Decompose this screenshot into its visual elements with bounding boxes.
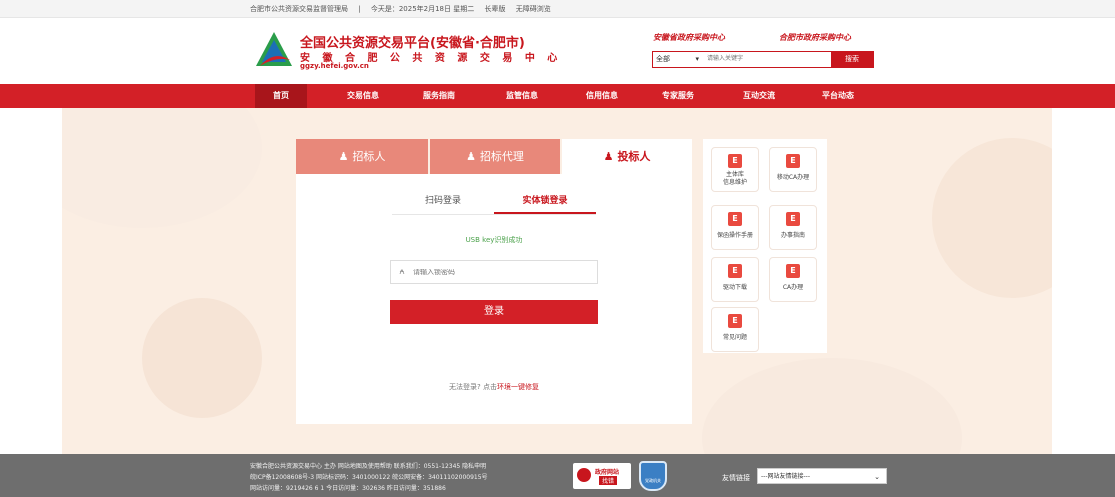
tab-tenderer[interactable]: ♟ 招标人 bbox=[296, 139, 428, 174]
search-scope-select[interactable]: 全部 ▾ bbox=[653, 52, 705, 67]
doc-icon: E bbox=[728, 154, 742, 168]
lock-password-field: ⍲ bbox=[390, 260, 598, 284]
tile-label: 驱动下载 bbox=[722, 284, 747, 291]
search-input[interactable] bbox=[705, 52, 831, 67]
env-repair-link[interactable]: 环境一键修复 bbox=[497, 383, 539, 391]
tile-label: CA办理 bbox=[782, 284, 804, 291]
decor-blob bbox=[932, 138, 1052, 298]
user-icon: ♟ bbox=[466, 150, 476, 163]
nav-item-service-guide[interactable]: 服务指南 bbox=[407, 84, 471, 108]
province-procurement-link[interactable]: 安徽省政府采购中心 bbox=[653, 32, 725, 43]
gov-site-error-badge[interactable]: 政府网站 找错 bbox=[573, 463, 631, 489]
site-domain: ggzy.hefei.gov.cn bbox=[300, 62, 369, 70]
tile-guarantee-manual[interactable]: E 保函操作手册 bbox=[711, 205, 759, 250]
footer-line-visits: 网站访问量：9219426 6 1 今日访问量：302636 昨日访问量：351… bbox=[250, 485, 446, 492]
tile-entity-info[interactable]: E 主体库 信息维护 bbox=[711, 147, 759, 192]
lock-password-input[interactable] bbox=[413, 268, 597, 276]
login-method-tabs: 扫码登录 实体锁登录 bbox=[392, 191, 596, 215]
badge-label: 党政机关 bbox=[645, 478, 661, 483]
tab-label: 招标人 bbox=[352, 150, 386, 163]
tab-bidder[interactable]: ♟ 投标人 bbox=[560, 139, 692, 174]
doc-icon: E bbox=[728, 264, 742, 278]
site-header: 全国公共资源交易平台(安徽省·合肥市) 安 徽 合 肥 公 共 资 源 交 易 … bbox=[0, 18, 1115, 84]
nav-item-home[interactable]: 首页 bbox=[255, 84, 307, 108]
footer-line-icp: 皖ICP备12008608号-3 网站标识码：3401000122 皖公网安备：… bbox=[250, 474, 488, 481]
tile-label: 办事指南 bbox=[780, 232, 805, 239]
nav-item-credit[interactable]: 信用信息 bbox=[570, 84, 634, 108]
login-panel: ♟ 招标人 ♟ 招标代理 ♟ 投标人 扫码登录 实体锁登录 USB key识别成功 ⍲… bbox=[296, 139, 692, 424]
elder-mode-link[interactable]: 长辈版 bbox=[484, 5, 505, 13]
doc-icon: E bbox=[728, 212, 742, 226]
tab-label: 投标人 bbox=[617, 150, 651, 163]
search-scope-value: 全部 bbox=[656, 55, 670, 63]
friend-links-label: 友情链接 bbox=[722, 474, 750, 482]
friend-links-select[interactable]: ---网站友情链接--- ⌄ bbox=[757, 468, 887, 484]
doc-icon: E bbox=[786, 154, 800, 168]
accessibility-link[interactable]: 无障碍浏览 bbox=[516, 5, 551, 13]
usb-status: USB key识别成功 bbox=[465, 236, 523, 244]
login-button[interactable]: 登录 bbox=[390, 300, 598, 324]
repair-hint: 无法登录? 点击环境一键修复 bbox=[296, 382, 692, 392]
main-nav: 首页 交易信息 服务指南 监管信息 信用信息 专家服务 互动交流 平台动态 bbox=[0, 84, 1115, 108]
top-info-bar: 合肥市公共资源交易监督管理局 | 今天是：2025年2月18日 星期二 长辈版 … bbox=[0, 0, 1115, 18]
tile-label: 常见问题 bbox=[722, 334, 747, 341]
tab-qr-login[interactable]: 扫码登录 bbox=[392, 191, 494, 214]
friend-links-value: ---网站友情链接--- bbox=[761, 473, 810, 480]
tile-ca-apply[interactable]: E CA办理 bbox=[769, 257, 817, 302]
site-logo-icon[interactable] bbox=[252, 30, 296, 74]
lock-icon: ⍲ bbox=[399, 267, 405, 277]
nav-item-expert[interactable]: 专家服务 bbox=[646, 84, 710, 108]
nav-item-supervision[interactable]: 监管信息 bbox=[490, 84, 554, 108]
role-tabs: ♟ 招标人 ♟ 招标代理 ♟ 投标人 bbox=[296, 139, 692, 174]
separator: | bbox=[358, 5, 361, 13]
nav-item-trade-info[interactable]: 交易信息 bbox=[331, 84, 395, 108]
city-procurement-link[interactable]: 合肥市政府采购中心 bbox=[779, 32, 851, 43]
decor-blob bbox=[62, 108, 262, 228]
tile-label: 移动CA办理 bbox=[776, 174, 810, 181]
repair-prefix: 无法登录? 点击 bbox=[449, 383, 497, 391]
tile-label: 主体库 信息维护 bbox=[722, 171, 747, 186]
doc-icon: E bbox=[728, 314, 742, 328]
tab-agent[interactable]: ♟ 招标代理 bbox=[428, 139, 560, 174]
nav-item-platform-news[interactable]: 平台动态 bbox=[806, 84, 870, 108]
quick-links-panel: E 主体库 信息维护 E 移动CA办理 E 保函操作手册 E 办事指南 E 驱动… bbox=[703, 139, 827, 353]
today-date: 今天是：2025年2月18日 星期二 bbox=[370, 5, 475, 13]
doc-icon: E bbox=[786, 212, 800, 226]
decor-blob bbox=[142, 298, 262, 418]
user-icon: ♟ bbox=[603, 150, 614, 163]
tile-service-guide[interactable]: E 办事指南 bbox=[769, 205, 817, 250]
tile-label: 保函操作手册 bbox=[716, 232, 753, 239]
tile-mobile-ca[interactable]: E 移动CA办理 bbox=[769, 147, 817, 192]
chevron-down-icon: ▾ bbox=[695, 55, 699, 63]
tab-label: 招标代理 bbox=[479, 150, 524, 163]
tab-key-login[interactable]: 实体锁登录 bbox=[494, 191, 596, 214]
search-icon bbox=[577, 468, 591, 482]
nav-item-interaction[interactable]: 互动交流 bbox=[727, 84, 791, 108]
user-icon: ♟ bbox=[338, 150, 349, 163]
org-name: 合肥市公共资源交易监督管理局 bbox=[250, 5, 348, 13]
footer-line-host: 安徽合肥公共资源交易中心 主办 网站地图及使用帮助 联系我们：0551-1234… bbox=[250, 463, 487, 470]
decor-blob bbox=[702, 358, 962, 454]
tile-faq[interactable]: E 常见问题 bbox=[711, 307, 759, 352]
badge-subtitle: 找错 bbox=[599, 476, 618, 485]
site-footer: 安徽合肥公共资源交易中心 主办 网站地图及使用帮助 联系我们：0551-1234… bbox=[0, 454, 1115, 497]
doc-icon: E bbox=[786, 264, 800, 278]
search-bar: 全部 ▾ 搜索 bbox=[652, 51, 874, 68]
search-button[interactable]: 搜索 bbox=[831, 52, 873, 67]
party-gov-shield-icon[interactable]: 党政机关 bbox=[639, 461, 667, 491]
tile-driver-download[interactable]: E 驱动下载 bbox=[711, 257, 759, 302]
chevron-down-icon: ⌄ bbox=[874, 473, 880, 481]
badge-title: 政府网站 bbox=[595, 469, 620, 476]
